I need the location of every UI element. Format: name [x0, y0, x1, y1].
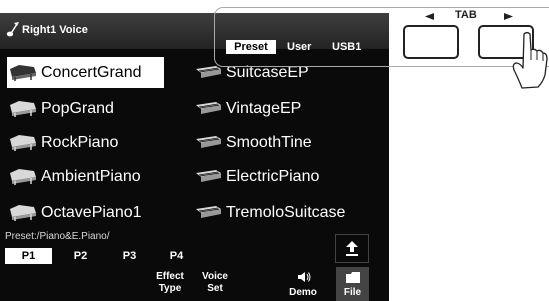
pointing-hand-icon: [512, 31, 548, 89]
tab-left-button[interactable]: [403, 25, 459, 59]
keyboard-icon: [196, 206, 221, 218]
voice-item-electricpiano[interactable]: ElectricPiano: [192, 161, 385, 192]
voice-item-smoothtine[interactable]: SmoothTine: [192, 127, 385, 158]
up-arrow-icon: [346, 241, 358, 256]
voice-label: OctavePiano1: [41, 204, 142, 221]
up-button[interactable]: [335, 234, 369, 263]
effect-type-button[interactable]: Effect Type: [150, 271, 190, 301]
voice-set-button[interactable]: Voice Set: [195, 271, 235, 301]
keyboard-icon: [196, 170, 221, 182]
speaker-icon: [298, 272, 311, 282]
voice-item-tremolosuitcase[interactable]: TremoloSuitcase: [192, 197, 385, 228]
page-p1[interactable]: P1: [5, 248, 52, 264]
voice-label: PopGrand: [41, 100, 114, 117]
voice-label: RockPiano: [41, 134, 119, 151]
voice-label: SmoothTine: [226, 134, 312, 151]
voice-item-octavepiano1[interactable]: OctavePiano1: [7, 197, 164, 228]
grand-piano-icon: [10, 135, 36, 151]
demo-label: Demo: [289, 287, 317, 298]
voice-item-popgrand[interactable]: PopGrand: [7, 93, 164, 124]
page-p3[interactable]: P3: [106, 248, 153, 264]
effect-type-label-line2: Type: [158, 283, 182, 294]
right-triangle-icon: [504, 13, 513, 20]
grand-piano-icon: [10, 169, 36, 185]
file-label: File: [343, 287, 362, 298]
voice-label: ElectricPiano: [226, 168, 320, 185]
keyboard-icon: [196, 102, 221, 114]
path-bar: Preset:/Piano&E.Piano/: [0, 230, 389, 246]
left-triangle-icon: [425, 13, 434, 20]
voice-item-ambientpiano[interactable]: AmbientPiano: [7, 161, 164, 192]
file-button[interactable]: File: [336, 267, 369, 301]
note-icon: [6, 22, 19, 37]
folder-icon: [346, 272, 360, 283]
screen-title: Right1 Voice: [22, 24, 88, 36]
voice-item-concertgrand[interactable]: ConcertGrand: [7, 57, 164, 88]
voice-item-rockpiano[interactable]: RockPiano: [7, 127, 164, 158]
voice-label: VintageEP: [226, 100, 302, 117]
demo-button[interactable]: Demo: [285, 267, 321, 301]
voice-label: TremoloSuitcase: [226, 204, 346, 221]
voice-label: ConcertGrand: [41, 64, 142, 81]
keyboard-icon: [196, 136, 221, 148]
voice-set-label-line2: Set: [207, 283, 223, 294]
voice-item-vintageep[interactable]: VintageEP: [192, 93, 385, 124]
effect-type-label-line1: Effect: [156, 271, 184, 282]
current-path: Preset:/Piano&E.Piano/: [5, 231, 110, 242]
grand-piano-icon: [10, 65, 36, 81]
page-p4[interactable]: P4: [153, 248, 200, 264]
grand-piano-icon: [10, 101, 36, 117]
grand-piano-icon: [10, 205, 36, 221]
voice-set-label-line1: Voice: [202, 271, 228, 282]
page-p2[interactable]: P2: [57, 248, 104, 264]
voice-label: AmbientPiano: [41, 168, 141, 185]
tab-label: TAB: [455, 9, 477, 21]
